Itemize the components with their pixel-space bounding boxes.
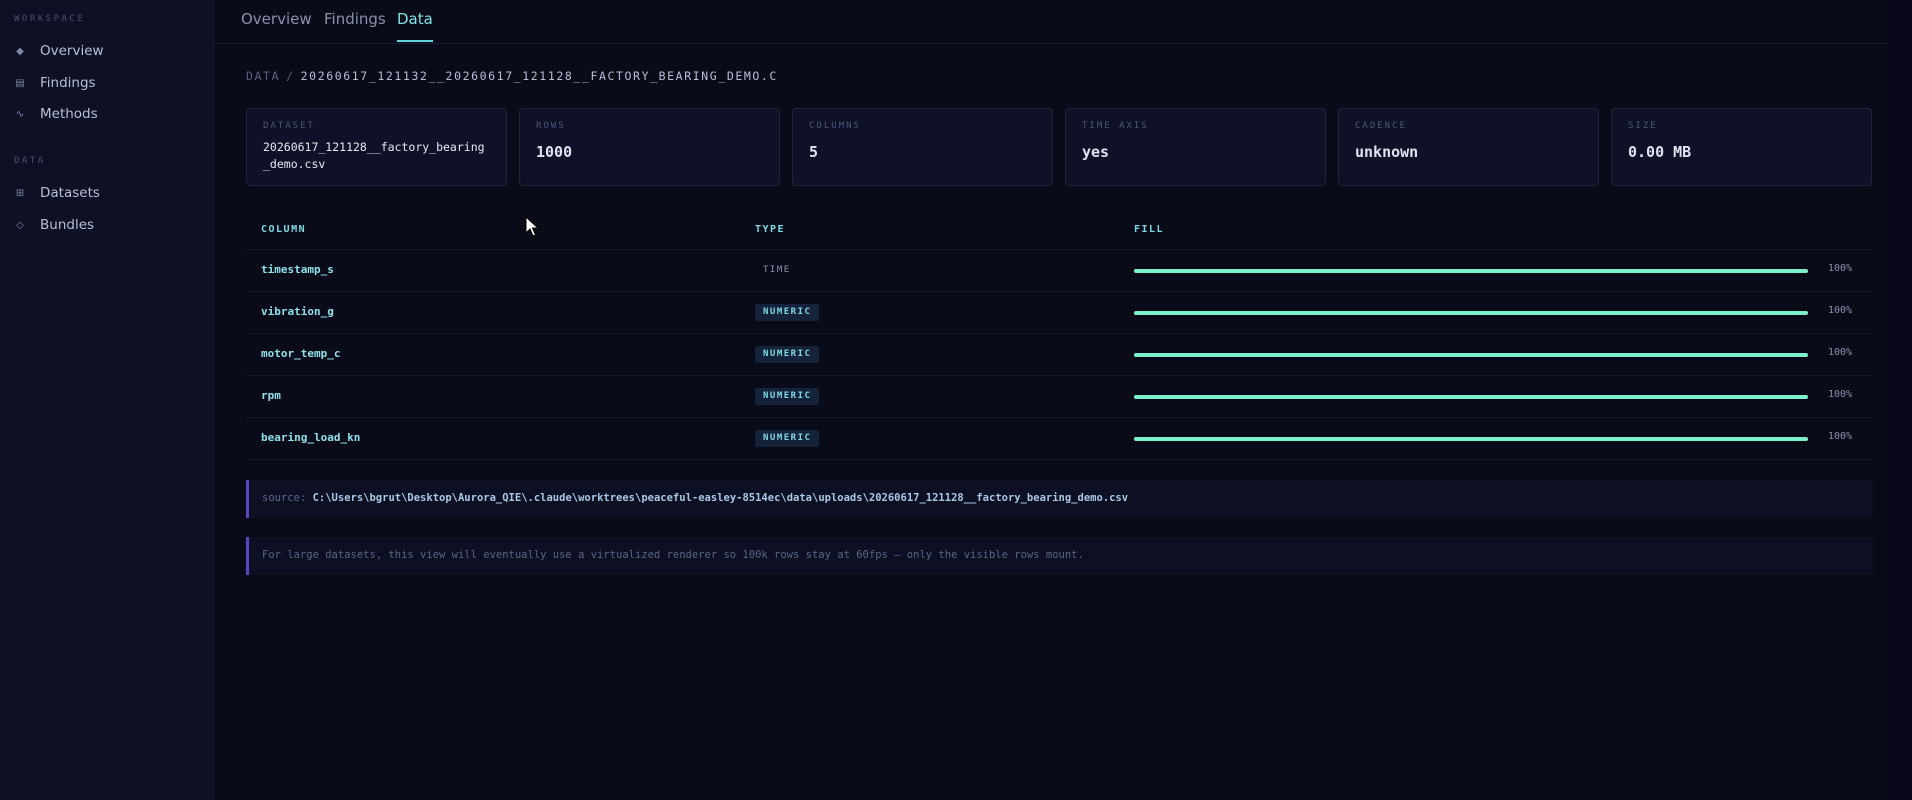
rows-card: ROWS 1000 (519, 108, 780, 186)
card-value: 1000 (536, 143, 573, 161)
fill-bar (1134, 269, 1808, 273)
card-value: 0.00 MB (1628, 143, 1692, 161)
source-path[interactable]: C:\Users\bgrut\Desktop\Aurora_QIE\.claud… (313, 492, 1128, 504)
fill-track (1134, 311, 1808, 315)
sidebar: WORKSPACE ◆ Overview ▤ Findings ∿ Method… (0, 0, 214, 800)
fill-track (1134, 437, 1808, 441)
diamond-outline-icon: ◇ (16, 219, 24, 231)
sidebar-item-label: Methods (40, 106, 98, 122)
tab-overview[interactable]: Overview (241, 10, 312, 40)
table-row[interactable]: timestamp_s TIME 100% (246, 250, 1873, 292)
info-note: For large datasets, this view will event… (246, 537, 1873, 575)
column-name: rpm (261, 389, 281, 402)
source-label: source: (262, 492, 307, 504)
wave-icon: ∿ (15, 108, 25, 120)
sidebar-item-findings[interactable]: ▤ Findings (14, 70, 204, 96)
type-badge: NUMERIC (755, 346, 820, 363)
column-header-type[interactable]: TYPE (755, 224, 785, 235)
card-label: SIZE (1628, 121, 1658, 131)
sidebar-section-data: DATA (14, 156, 46, 166)
fill-track (1134, 269, 1808, 273)
table-row[interactable]: bearing_load_kn NUMERIC 100% (246, 418, 1873, 460)
card-value: 5 (809, 143, 819, 161)
time-axis-card: TIME AXIS yes (1065, 108, 1326, 186)
table-row[interactable]: rpm NUMERIC 100% (246, 376, 1873, 418)
breadcrumb: DATA / 20260617_121132__20260617_121128__F… (246, 69, 778, 83)
card-label: ROWS (536, 121, 566, 131)
sidebar-item-label: Overview (40, 43, 104, 59)
card-value: 20260617_121128__factory_bearing_demo.cs… (263, 140, 485, 171)
type-badge: NUMERIC (755, 304, 820, 321)
main-content: Overview Findings Data DATA / 20260617_121… (215, 0, 1888, 800)
table-header: COLUMN TYPE FILL (246, 214, 1873, 250)
fill-track (1134, 353, 1808, 357)
fill-percent: 100% (1828, 347, 1853, 358)
fill-bar (1134, 395, 1808, 399)
table-row[interactable]: motor_temp_c NUMERIC 100% (246, 334, 1873, 376)
list-icon: ▤ (15, 77, 25, 89)
fill-track (1134, 395, 1808, 399)
fill-percent: 100% (1828, 389, 1853, 400)
sidebar-item-overview[interactable]: ◆ Overview (14, 38, 204, 64)
column-name: bearing_load_kn (261, 431, 361, 444)
column-header-fill[interactable]: FILL (1134, 224, 1164, 235)
card-label: DATASET (263, 121, 315, 131)
column-name: vibration_g (261, 305, 334, 318)
type-badge: NUMERIC (755, 430, 820, 447)
fill-percent: 100% (1828, 431, 1853, 442)
diamond-icon: ◆ (16, 45, 24, 57)
column-header-column[interactable]: COLUMN (261, 224, 306, 235)
tab-findings[interactable]: Findings (324, 10, 386, 40)
dataset-card: DATASET 20260617_121128__factory_bearing… (246, 108, 507, 186)
source-note: source: C:\Users\bgrut\Desktop\Aurora_QI… (246, 480, 1873, 518)
card-value: yes (1082, 143, 1110, 161)
sidebar-item-label: Findings (40, 75, 96, 91)
type-badge: TIME (763, 265, 791, 275)
card-label: COLUMNS (809, 121, 861, 131)
card-label: TIME AXIS (1082, 121, 1149, 131)
sidebar-item-methods[interactable]: ∿ Methods (14, 101, 204, 127)
table-row[interactable]: vibration_g NUMERIC 100% (246, 292, 1873, 334)
columns-card: COLUMNS 5 (792, 108, 1053, 186)
column-name: timestamp_s (261, 263, 334, 276)
mouse-cursor-icon (525, 216, 539, 237)
sidebar-item-label: Datasets (40, 185, 100, 201)
type-badge: NUMERIC (755, 388, 820, 405)
tab-data[interactable]: Data (397, 10, 433, 42)
sidebar-item-bundles[interactable]: ◇ Bundles (14, 212, 204, 238)
size-card: SIZE 0.00 MB (1611, 108, 1872, 186)
fill-bar (1134, 353, 1808, 357)
breadcrumb-current: 20260617_121132__20260617_121128__FACTOR… (300, 69, 778, 83)
sidebar-item-datasets[interactable]: ⊞ Datasets (14, 180, 204, 206)
cadence-card: CADENCE unknown (1338, 108, 1599, 186)
info-note-text: For large datasets, this view will event… (262, 549, 1084, 561)
sidebar-section-workspace: WORKSPACE (14, 14, 86, 24)
right-edge-strip (1888, 0, 1912, 800)
fill-percent: 100% (1828, 305, 1853, 316)
card-label: CADENCE (1355, 121, 1407, 131)
fill-bar (1134, 311, 1808, 315)
card-value: unknown (1355, 143, 1419, 161)
column-name: motor_temp_c (261, 347, 341, 360)
fill-bar (1134, 437, 1808, 441)
tab-bar: Overview Findings Data (215, 0, 1888, 44)
breadcrumb-separator: / (286, 69, 295, 83)
sidebar-item-label: Bundles (40, 217, 95, 233)
breadcrumb-root[interactable]: DATA (246, 69, 280, 83)
fill-percent: 100% (1828, 263, 1853, 274)
grid-icon: ⊞ (15, 187, 25, 199)
